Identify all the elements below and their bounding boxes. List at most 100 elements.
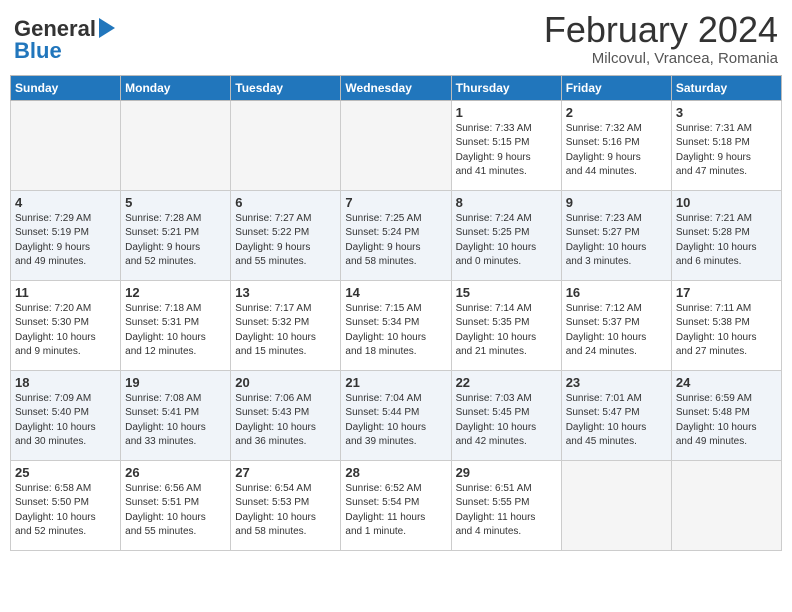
day-number: 4: [15, 195, 116, 210]
calendar-cell: 25 Sunrise: 6:58 AMSunset: 5:50 PMDayligh…: [11, 460, 121, 550]
day-number: 25: [15, 465, 116, 480]
day-number: 21: [345, 375, 446, 390]
calendar-cell: 9 Sunrise: 7:23 AMSunset: 5:27 PMDaylight…: [561, 190, 671, 280]
calendar-cell: 22 Sunrise: 7:03 AMSunset: 5:45 PMDayligh…: [451, 370, 561, 460]
day-number: 27: [235, 465, 336, 480]
day-info: Sunrise: 7:24 AMSunset: 5:25 PMDaylight:…: [456, 212, 557, 270]
day-info: Sunrise: 7:25 AMSunset: 5:24 PMDaylight:…: [345, 212, 446, 270]
weekday-header-thursday: Thursday: [451, 75, 561, 100]
day-info: Sunrise: 6:52 AMSunset: 5:54 PMDaylight:…: [345, 482, 446, 540]
day-info: Sunrise: 6:54 AMSunset: 5:53 PMDaylight:…: [235, 482, 336, 540]
day-info: Sunrise: 7:27 AMSunset: 5:22 PMDaylight:…: [235, 212, 336, 270]
day-number: 2: [566, 105, 667, 120]
day-info: Sunrise: 7:17 AMSunset: 5:32 PMDaylight:…: [235, 302, 336, 360]
calendar-cell: 19 Sunrise: 7:08 AMSunset: 5:41 PMDayligh…: [121, 370, 231, 460]
day-info: Sunrise: 7:32 AMSunset: 5:16 PMDaylight:…: [566, 122, 667, 180]
calendar-week-row: 18 Sunrise: 7:09 AMSunset: 5:40 PMDayligh…: [11, 370, 782, 460]
weekday-header-wednesday: Wednesday: [341, 75, 451, 100]
calendar-cell: 2 Sunrise: 7:32 AMSunset: 5:16 PMDaylight…: [561, 100, 671, 190]
day-number: 10: [676, 195, 777, 210]
day-number: 15: [456, 285, 557, 300]
calendar-cell: 14Sunrise: 7:15 AMSunset: 5:34 PMDayligh…: [341, 280, 451, 370]
day-number: 9: [566, 195, 667, 210]
day-number: 19: [125, 375, 226, 390]
day-info: Sunrise: 7:09 AMSunset: 5:40 PMDaylight:…: [15, 392, 116, 450]
day-number: 12: [125, 285, 226, 300]
day-info: Sunrise: 7:28 AMSunset: 5:21 PMDaylight:…: [125, 212, 226, 270]
day-number: 8: [456, 195, 557, 210]
calendar-cell: 7 Sunrise: 7:25 AMSunset: 5:24 PMDaylight…: [341, 190, 451, 280]
calendar-cell: 16Sunrise: 7:12 AMSunset: 5:37 PMDayligh…: [561, 280, 671, 370]
day-info: Sunrise: 6:58 AMSunset: 5:50 PMDaylight:…: [15, 482, 116, 540]
day-info: Sunrise: 7:14 AMSunset: 5:35 PMDaylight:…: [456, 302, 557, 360]
weekday-header-tuesday: Tuesday: [231, 75, 341, 100]
day-number: 3: [676, 105, 777, 120]
day-number: 24: [676, 375, 777, 390]
day-info: Sunrise: 7:01 AMSunset: 5:47 PMDaylight:…: [566, 392, 667, 450]
calendar-cell: 27 Sunrise: 6:54 AMSunset: 5:53 PMDayligh…: [231, 460, 341, 550]
title-area: February 2024 Milcovul, Vrancea, Romania: [544, 10, 778, 67]
location-subtitle: Milcovul, Vrancea, Romania: [544, 50, 778, 67]
calendar-cell: 24Sunrise: 6:59 AMSunset: 5:48 PMDayligh…: [671, 370, 781, 460]
calendar-cell: [121, 100, 231, 190]
calendar-cell: 20 Sunrise: 7:06 AMSunset: 5:43 PMDayligh…: [231, 370, 341, 460]
calendar-cell: 23 Sunrise: 7:01 AMSunset: 5:47 PMDayligh…: [561, 370, 671, 460]
day-info: Sunrise: 7:33 AMSunset: 5:15 PMDaylight:…: [456, 122, 557, 180]
page-header: General Blue February 2024 Milcovul, Vra…: [10, 10, 782, 67]
day-number: 11: [15, 285, 116, 300]
day-info: Sunrise: 7:18 AMSunset: 5:31 PMDaylight:…: [125, 302, 226, 360]
day-number: 18: [15, 375, 116, 390]
day-info: Sunrise: 7:03 AMSunset: 5:45 PMDaylight:…: [456, 392, 557, 450]
calendar-cell: 10Sunrise: 7:21 AMSunset: 5:28 PMDayligh…: [671, 190, 781, 280]
day-number: 17: [676, 285, 777, 300]
calendar-week-row: 1 Sunrise: 7:33 AMSunset: 5:15 PMDaylight…: [11, 100, 782, 190]
calendar-table: SundayMondayTuesdayWednesdayThursdayFrid…: [10, 75, 782, 551]
calendar-cell: 4 Sunrise: 7:29 AMSunset: 5:19 PMDaylight…: [11, 190, 121, 280]
calendar-cell: 8 Sunrise: 7:24 AMSunset: 5:25 PMDaylight…: [451, 190, 561, 280]
calendar-cell: 1 Sunrise: 7:33 AMSunset: 5:15 PMDaylight…: [451, 100, 561, 190]
weekday-header-friday: Friday: [561, 75, 671, 100]
calendar-cell: 29Sunrise: 6:51 AMSunset: 5:55 PMDayligh…: [451, 460, 561, 550]
weekday-header-saturday: Saturday: [671, 75, 781, 100]
day-number: 1: [456, 105, 557, 120]
day-number: 28: [345, 465, 446, 480]
day-number: 26: [125, 465, 226, 480]
day-info: Sunrise: 7:11 AMSunset: 5:38 PMDaylight:…: [676, 302, 777, 360]
day-info: Sunrise: 6:56 AMSunset: 5:51 PMDaylight:…: [125, 482, 226, 540]
logo: General Blue: [14, 16, 117, 64]
calendar-cell: 6 Sunrise: 7:27 AMSunset: 5:22 PMDaylight…: [231, 190, 341, 280]
day-number: 22: [456, 375, 557, 390]
day-info: Sunrise: 7:06 AMSunset: 5:43 PMDaylight:…: [235, 392, 336, 450]
day-info: Sunrise: 7:29 AMSunset: 5:19 PMDaylight:…: [15, 212, 116, 270]
day-number: 20: [235, 375, 336, 390]
calendar-cell: 17 Sunrise: 7:11 AMSunset: 5:38 PMDayligh…: [671, 280, 781, 370]
day-info: Sunrise: 7:20 AMSunset: 5:30 PMDaylight:…: [15, 302, 116, 360]
day-number: 13: [235, 285, 336, 300]
calendar-cell: [561, 460, 671, 550]
calendar-cell: 3 Sunrise: 7:31 AMSunset: 5:18 PMDaylight…: [671, 100, 781, 190]
day-number: 23: [566, 375, 667, 390]
calendar-cell: 21 Sunrise: 7:04 AMSunset: 5:44 PMDayligh…: [341, 370, 451, 460]
month-title: February 2024: [544, 10, 778, 50]
calendar-cell: 11 Sunrise: 7:20 AMSunset: 5:30 PMDayligh…: [11, 280, 121, 370]
calendar-cell: 26 Sunrise: 6:56 AMSunset: 5:51 PMDayligh…: [121, 460, 231, 550]
calendar-week-row: 25 Sunrise: 6:58 AMSunset: 5:50 PMDayligh…: [11, 460, 782, 550]
day-info: Sunrise: 7:31 AMSunset: 5:18 PMDaylight:…: [676, 122, 777, 180]
calendar-week-row: 4 Sunrise: 7:29 AMSunset: 5:19 PMDaylight…: [11, 190, 782, 280]
day-number: 5: [125, 195, 226, 210]
day-info: Sunrise: 7:04 AMSunset: 5:44 PMDaylight:…: [345, 392, 446, 450]
day-number: 16: [566, 285, 667, 300]
calendar-cell: [11, 100, 121, 190]
day-number: 6: [235, 195, 336, 210]
weekday-header-monday: Monday: [121, 75, 231, 100]
day-info: Sunrise: 7:23 AMSunset: 5:27 PMDaylight:…: [566, 212, 667, 270]
day-number: 7: [345, 195, 446, 210]
calendar-week-row: 11 Sunrise: 7:20 AMSunset: 5:30 PMDayligh…: [11, 280, 782, 370]
calendar-cell: 5 Sunrise: 7:28 AMSunset: 5:21 PMDaylight…: [121, 190, 231, 280]
day-number: 29: [456, 465, 557, 480]
weekday-header-sunday: Sunday: [11, 75, 121, 100]
calendar-cell: [341, 100, 451, 190]
day-info: Sunrise: 7:08 AMSunset: 5:41 PMDaylight:…: [125, 392, 226, 450]
calendar-cell: [671, 460, 781, 550]
logo-icon: [97, 16, 117, 40]
